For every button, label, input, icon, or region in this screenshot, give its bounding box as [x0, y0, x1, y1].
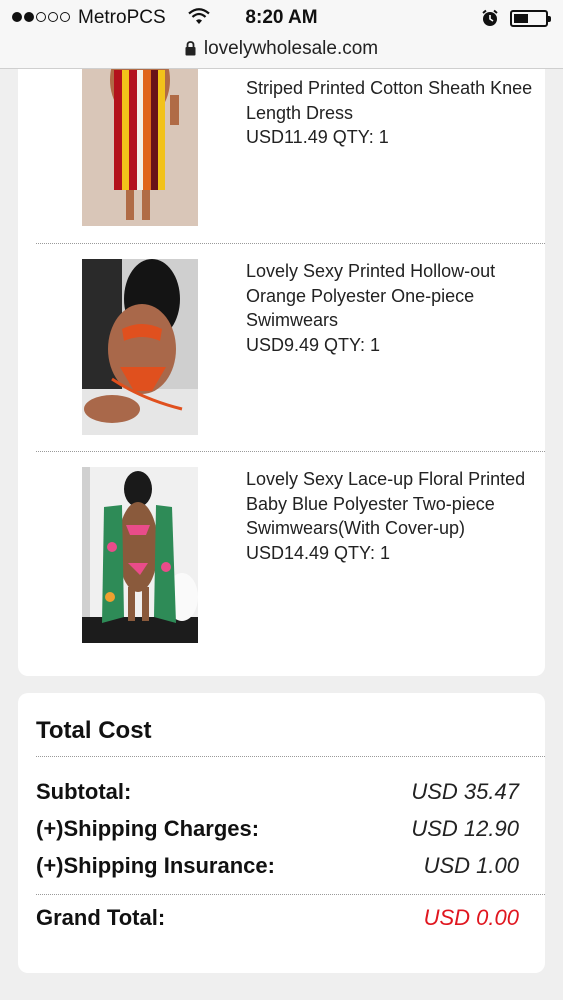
address-bar[interactable]: lovelywholesale.com — [0, 38, 563, 62]
clock: 8:20 AM — [245, 7, 318, 28]
status-bar: MetroPCS 8:20 AM — [0, 6, 563, 30]
lock-icon — [185, 40, 196, 62]
item-description: Lovely Sexy Lace-up Floral Printed Baby … — [246, 467, 542, 565]
item-title[interactable]: Lovely Sexy Printed Hollow-out Orange Po… — [246, 259, 542, 333]
shipping-charges-row: (+)Shipping Charges: USD 12.90 — [36, 816, 519, 846]
grand-total-value: USD 0.00 — [423, 905, 519, 930]
browser-top-bar: MetroPCS 8:20 AM lovelywholesale.com — [0, 0, 563, 69]
shipping-charges-value: USD 12.90 — [411, 816, 519, 841]
item-price-qty: USD14.49 QTY: 1 — [246, 542, 391, 563]
totals-divider — [36, 894, 545, 895]
item-description: Lovely Sexy Printed Hollow-out Orange Po… — [246, 259, 542, 357]
subtotal-label: Subtotal: — [36, 779, 132, 804]
shipping-charges-label: (+)Shipping Charges: — [36, 816, 260, 841]
item-price-qty: USD11.49 QTY: 1 — [246, 127, 389, 147]
item-title[interactable]: Lovely Sexy Lace-up Floral Printed Baby … — [246, 467, 542, 541]
item-divider — [36, 243, 545, 244]
subtotal-value: USD 35.47 — [411, 779, 519, 804]
order-items-card: Striped Printed Cotton Sheath Knee Lengt… — [18, 40, 545, 676]
grand-total-row: Grand Total: USD 0.00 — [36, 905, 519, 935]
shipping-insurance-value: USD 1.00 — [423, 853, 519, 878]
subtotal-row: Subtotal: USD 35.47 — [36, 779, 519, 809]
shipping-insurance-row: (+)Shipping Insurance: USD 1.00 — [36, 853, 519, 883]
item-divider — [36, 451, 545, 452]
battery-icon — [510, 10, 551, 27]
total-cost-card: Total Cost Subtotal: USD 35.47 (+)Shippi… — [18, 693, 545, 973]
url-text: lovelywholesale.com — [203, 38, 379, 59]
item-price-qty: USD9.49 QTY: 1 — [246, 334, 381, 355]
item-title[interactable]: Striped Printed Cotton Sheath Knee Lengt… — [246, 76, 542, 125]
floral-swimwear-photo[interactable] — [82, 467, 198, 643]
totals-divider — [36, 756, 545, 757]
grand-total-label: Grand Total: — [36, 905, 166, 930]
item-description: Striped Printed Cotton Sheath Knee Lengt… — [246, 76, 542, 150]
alarm-clock-icon — [481, 9, 499, 33]
orange-swimwear-photo[interactable] — [82, 259, 198, 435]
shipping-insurance-label: (+)Shipping Insurance: — [36, 853, 275, 878]
total-cost-heading: Total Cost — [36, 717, 152, 744]
